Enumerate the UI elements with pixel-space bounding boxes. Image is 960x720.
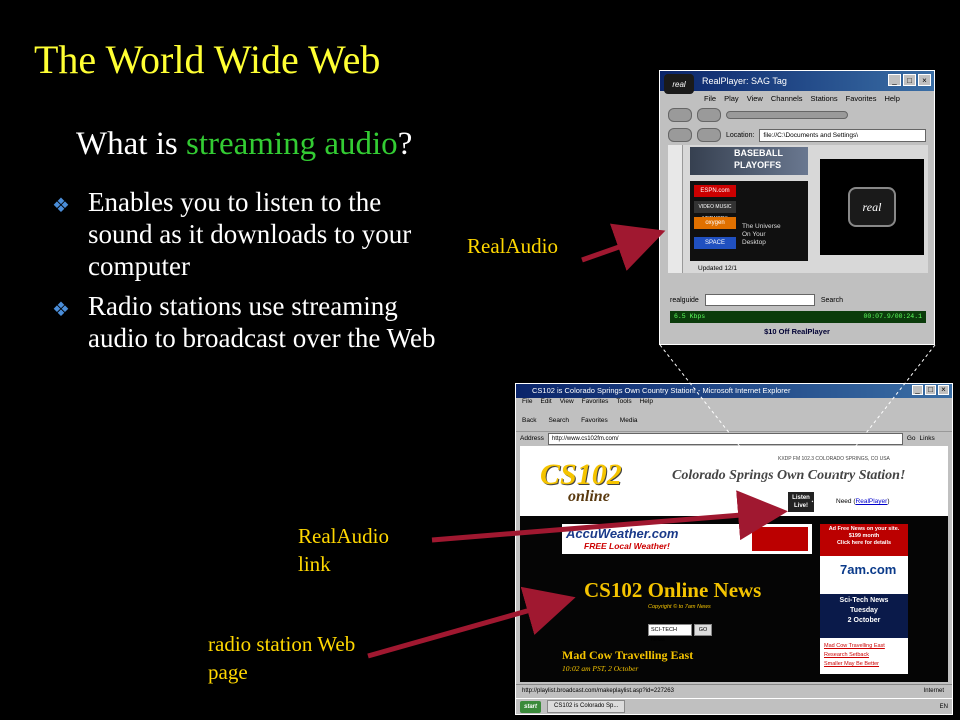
zoom-line [811, 344, 936, 503]
annotation-overlay [367, 223, 936, 659]
callout-line: radio station Web [208, 632, 356, 656]
callout-realaudio-link: RealAudio link [298, 522, 389, 578]
callout-line: link [298, 552, 331, 576]
arrow-realaudio [581, 223, 666, 271]
zoom-line [659, 344, 783, 501]
callout-line: page [208, 660, 248, 684]
callout-line: RealAudio [298, 524, 389, 548]
callout-realaudio: RealAudio [467, 234, 558, 258]
arrow-realaudio-link [431, 490, 788, 543]
arrow-station-page [367, 586, 576, 659]
callout-station-page: radio station Web page [208, 630, 355, 686]
